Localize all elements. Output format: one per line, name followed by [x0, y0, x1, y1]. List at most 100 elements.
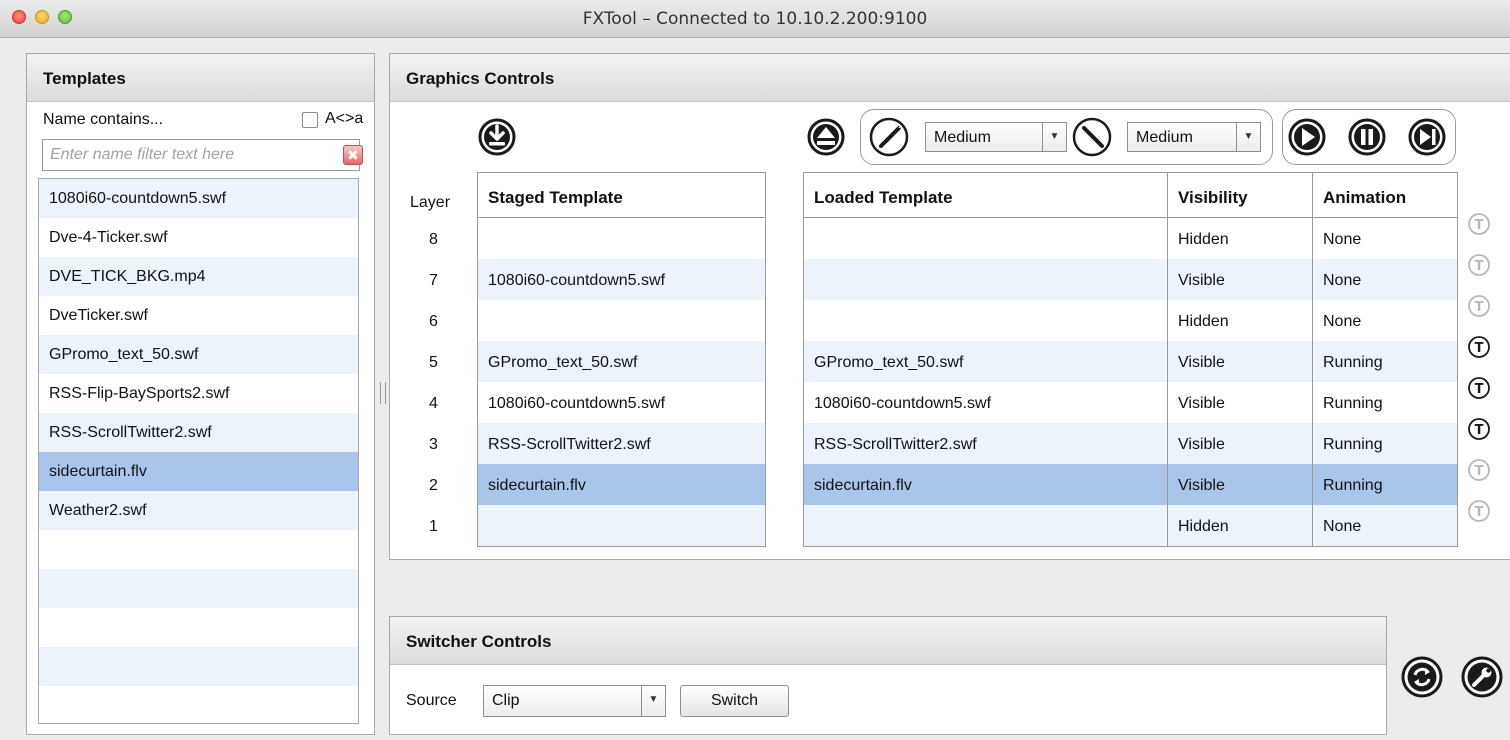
staged-table-row[interactable]: 1080i60-countdown5.swf	[478, 259, 765, 300]
loaded-template-cell: 1080i60-countdown5.swf	[804, 382, 1168, 423]
fade-out-speed-value: Medium	[934, 129, 991, 146]
loaded-table-row[interactable]: Hidden None	[804, 218, 1457, 259]
pause-icon[interactable]	[1347, 117, 1387, 157]
staged-table-row[interactable]: RSS-ScrollTwitter2.swf	[478, 423, 765, 464]
staged-template-cell	[478, 300, 765, 341]
loaded-table-row[interactable]: Visible None	[804, 259, 1457, 300]
animation-cell: Running	[1323, 354, 1383, 371]
svg-text:T: T	[1475, 341, 1484, 356]
text-layer-icon[interactable]: T	[1467, 253, 1491, 282]
template-list-item[interactable]: sidecurtain.flv	[39, 452, 358, 491]
loaded-template-cell	[804, 218, 1168, 259]
visibility-cell: Visible	[1168, 341, 1313, 382]
chevron-down-icon: ▼	[641, 686, 665, 716]
staged-table-row[interactable]	[478, 218, 765, 259]
text-layer-icon[interactable]: T	[1467, 417, 1491, 446]
animation-cell: Running	[1323, 477, 1383, 494]
loaded-table-row[interactable]: Hidden None	[804, 505, 1457, 546]
staged-table-row[interactable]	[478, 505, 765, 546]
staged-table-row[interactable]	[478, 300, 765, 341]
fade-in-speed-select[interactable]: Medium ▼	[1127, 122, 1261, 152]
name-filter-input[interactable]: Enter name filter text here ✖	[42, 139, 363, 171]
template-list-item[interactable]	[39, 608, 358, 647]
svg-text:T: T	[1475, 300, 1484, 315]
transport-controls-group	[1282, 109, 1456, 165]
case-sensitive-checkbox[interactable]	[302, 112, 318, 128]
svg-text:T: T	[1475, 464, 1484, 479]
loaded-table-row[interactable]: sidecurtain.flv Visible Running	[804, 464, 1457, 505]
staged-template-cell: 1080i60-countdown5.swf	[488, 395, 666, 412]
fade-out-speed-select[interactable]: Medium ▼	[925, 122, 1067, 152]
layer-number: 8	[429, 231, 438, 248]
template-list-item[interactable]: RSS-Flip-BaySports2.swf	[39, 374, 358, 413]
template-list-item[interactable]: GPromo_text_50.swf	[39, 335, 358, 374]
clear-filter-icon[interactable]: ✖	[343, 145, 363, 165]
templates-list[interactable]: 1080i60-countdown5.swf Dve-4-Ticker.swf DV…	[38, 178, 359, 724]
template-list-item[interactable]: 1080i60-countdown5.swf	[39, 179, 358, 218]
template-list-item[interactable]: DVE_TICK_BKG.mp4	[39, 257, 358, 296]
loaded-table-header: Loaded Template Visibility Animation	[804, 173, 1457, 218]
visibility-cell: Hidden	[1168, 505, 1313, 546]
svg-text:T: T	[1475, 259, 1484, 274]
animation-cell: None	[1323, 518, 1362, 535]
fade-out-icon[interactable]	[868, 116, 910, 158]
wrench-icon[interactable]	[1460, 655, 1504, 699]
graphics-controls-header: Graphics Controls	[390, 54, 1510, 102]
staged-templates-table: Staged Template 1080i60-countdown5.swf GP…	[477, 172, 766, 547]
template-list-item[interactable]	[39, 647, 358, 686]
source-select[interactable]: Clip ▼	[483, 685, 666, 717]
visibility-column-header[interactable]: Visibility	[1168, 173, 1313, 217]
template-list-item[interactable]: RSS-ScrollTwitter2.swf	[39, 413, 358, 452]
text-layer-icon[interactable]: T	[1467, 335, 1491, 364]
fade-in-icon[interactable]	[1071, 116, 1113, 158]
template-list-item[interactable]	[39, 530, 358, 569]
loaded-table-row[interactable]: RSS-ScrollTwitter2.swf Visible Running	[804, 423, 1457, 464]
filter-label: Name contains...	[43, 111, 164, 128]
staged-table-row[interactable]: GPromo_text_50.swf	[478, 341, 765, 382]
visibility-cell: Visible	[1168, 423, 1313, 464]
loaded-template-cell	[804, 505, 1168, 546]
play-icon[interactable]	[1287, 117, 1327, 157]
template-list-item[interactable]: Weather2.swf	[39, 491, 358, 530]
case-sensitive-label: A<>a	[325, 110, 364, 127]
staged-template-column-header[interactable]: Staged Template	[478, 173, 765, 217]
animation-cell: None	[1323, 313, 1362, 330]
layer-number: 1	[429, 518, 438, 535]
template-list-item[interactable]: Dve-4-Ticker.swf	[39, 218, 358, 257]
text-layer-icon[interactable]: T	[1467, 294, 1491, 323]
loaded-table-row[interactable]: Hidden None	[804, 300, 1457, 341]
switch-button[interactable]: Switch	[680, 685, 789, 717]
text-layer-icon[interactable]: T	[1467, 376, 1491, 405]
staged-table-row[interactable]: 1080i60-countdown5.swf	[478, 382, 765, 423]
graphics-controls-panel: Graphics Controls Medium ▼ Medium ▼ Laye…	[389, 53, 1510, 560]
loaded-template-cell: GPromo_text_50.swf	[804, 341, 1168, 382]
visibility-cell: Visible	[1168, 259, 1313, 300]
eject-icon[interactable]	[806, 117, 846, 157]
text-layer-icon[interactable]: T	[1467, 212, 1491, 241]
switcher-controls-header: Switcher Controls	[390, 617, 1386, 665]
panel-splitter-handle[interactable]	[380, 382, 386, 404]
svg-text:T: T	[1475, 218, 1484, 233]
title-bar: FXTool – Connected to 10.10.2.200:9100	[0, 0, 1510, 38]
layer-number: 5	[429, 354, 438, 371]
download-icon[interactable]	[477, 117, 517, 157]
layer-number: 4	[429, 395, 438, 412]
text-layer-icon[interactable]: T	[1467, 458, 1491, 487]
text-layer-icon[interactable]: T	[1467, 499, 1491, 528]
template-list-item[interactable]: DveTicker.swf	[39, 296, 358, 335]
refresh-icon[interactable]	[1400, 655, 1444, 699]
templates-header: Templates	[27, 54, 374, 102]
template-list-item[interactable]	[39, 686, 358, 723]
step-forward-icon[interactable]	[1407, 117, 1447, 157]
svg-text:T: T	[1475, 505, 1484, 520]
source-label: Source	[406, 692, 457, 709]
fade-in-speed-value: Medium	[1136, 129, 1193, 146]
loaded-table-row[interactable]: 1080i60-countdown5.swf Visible Running	[804, 382, 1457, 423]
animation-column-header[interactable]: Animation	[1313, 173, 1457, 217]
template-list-item[interactable]	[39, 569, 358, 608]
staged-table-row[interactable]: sidecurtain.flv	[478, 464, 765, 505]
loaded-table-row[interactable]: GPromo_text_50.swf Visible Running	[804, 341, 1457, 382]
staged-template-cell: RSS-ScrollTwitter2.swf	[488, 436, 651, 453]
loaded-template-column-header[interactable]: Loaded Template	[804, 173, 1168, 217]
animation-cell: None	[1323, 272, 1362, 289]
